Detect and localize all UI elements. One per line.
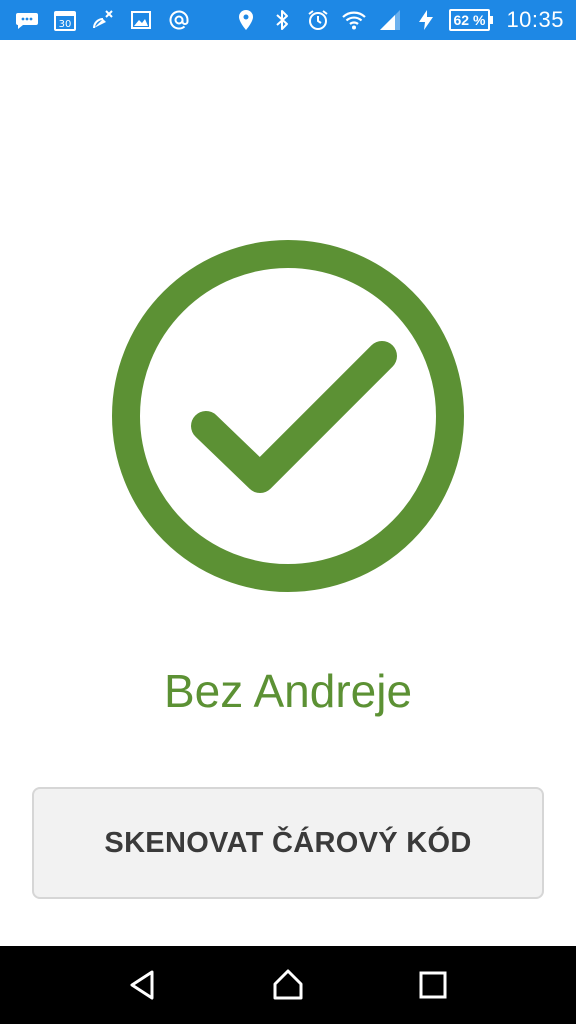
scan-barcode-button[interactable]: SKENOVAT ČÁROVÝ KÓD (32, 787, 544, 899)
image-icon (128, 7, 154, 33)
recents-icon[interactable] (403, 955, 463, 1015)
screen: 30 62 % 10:35 Bez Andreje SKENOVAT ČÁROV… (0, 0, 576, 1024)
wifi-icon (341, 7, 367, 33)
signal-icon (377, 7, 403, 33)
check-circle-icon (110, 238, 466, 594)
system-icons: 62 % 10:35 (233, 7, 564, 33)
location-icon (233, 7, 259, 33)
bluetooth-icon (269, 7, 295, 33)
status-bar: 30 62 % 10:35 (0, 0, 576, 40)
chat-icon (14, 7, 40, 33)
charging-icon (413, 7, 439, 33)
back-icon[interactable] (113, 955, 173, 1015)
clock: 10:35 (506, 7, 564, 32)
svg-text:30: 30 (59, 19, 72, 30)
navigation-bar (0, 946, 576, 1024)
at-sign-icon (166, 7, 192, 33)
alarm-icon (305, 7, 331, 33)
battery-percent: 62 % (453, 12, 486, 28)
result-name: Bez Andreje (163, 665, 413, 717)
calendar-icon: 30 (52, 7, 78, 33)
battery-icon: 62 % (448, 9, 494, 31)
satellite-off-icon (90, 7, 116, 33)
home-icon[interactable] (258, 955, 318, 1015)
notification-icons: 30 (14, 7, 192, 33)
